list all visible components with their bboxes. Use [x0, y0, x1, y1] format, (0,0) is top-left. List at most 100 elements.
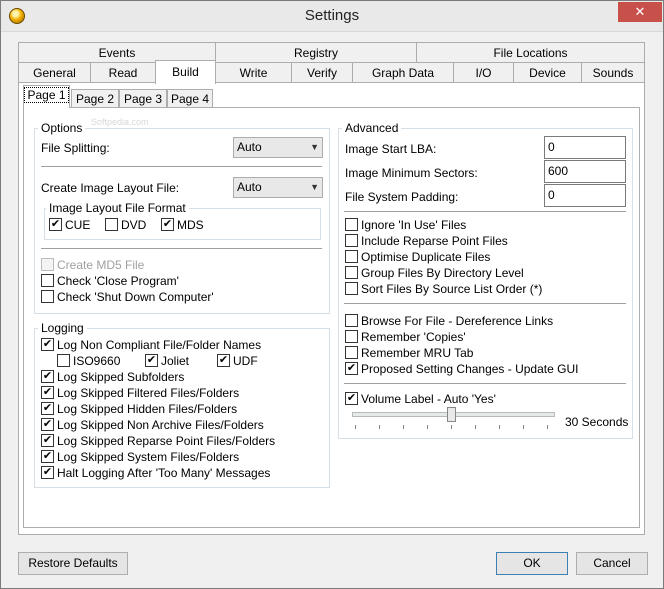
- check-close-program-checkbox[interactable]: [41, 274, 54, 287]
- joliet-label: Joliet: [161, 354, 190, 368]
- browse-dereference-checkbox[interactable]: [345, 314, 358, 327]
- log-non-compliant-checkbox[interactable]: ✔: [41, 338, 54, 351]
- check-shutdown-label: Check 'Shut Down Computer': [57, 290, 214, 304]
- slider-tick: [451, 425, 452, 429]
- log-skipped-non-archive-checkbox[interactable]: ✔: [41, 418, 54, 431]
- include-reparse-checkbox[interactable]: [345, 234, 358, 247]
- joliet-checkbox[interactable]: ✔: [145, 354, 158, 367]
- log-skipped-reparse-checkbox[interactable]: ✔: [41, 434, 54, 447]
- halt-logging-checkbox[interactable]: ✔: [41, 466, 54, 479]
- subtab-page-4[interactable]: Page 4: [167, 89, 213, 109]
- chevron-down-icon: ▼: [310, 142, 319, 152]
- cue-checkbox[interactable]: ✔: [49, 218, 62, 231]
- subtab-page-3[interactable]: Page 3: [119, 89, 167, 109]
- tab-read[interactable]: Read: [90, 62, 156, 83]
- tab-device[interactable]: Device: [513, 62, 582, 83]
- sort-by-source-checkbox[interactable]: [345, 282, 358, 295]
- slider-tick: [355, 425, 356, 429]
- remember-mru-label: Remember MRU Tab: [361, 346, 474, 360]
- slider-tick: [403, 425, 404, 429]
- tab-build[interactable]: Build: [155, 60, 216, 84]
- logging-group-label: Logging: [38, 321, 87, 335]
- settings-window: Settings ✕ Events Registry File Location…: [0, 0, 664, 589]
- group-by-directory-checkbox[interactable]: [345, 266, 358, 279]
- divider: [41, 248, 322, 249]
- log-skipped-system-label: Log Skipped System Files/Folders: [57, 450, 240, 464]
- create-layout-select[interactable]: Auto ▼: [233, 177, 323, 198]
- remember-copies-checkbox[interactable]: [345, 330, 358, 343]
- tab-write[interactable]: Write: [215, 62, 292, 83]
- log-skipped-subfolders-checkbox[interactable]: ✔: [41, 370, 54, 383]
- file-splitting-select[interactable]: Auto ▼: [233, 137, 323, 158]
- cancel-button[interactable]: Cancel: [576, 552, 648, 575]
- cue-label: CUE: [65, 218, 91, 232]
- tab-sounds[interactable]: Sounds: [581, 62, 645, 83]
- remember-copies-label: Remember 'Copies': [361, 330, 466, 344]
- slider-tick: [547, 425, 548, 429]
- padding-input[interactable]: 0: [544, 184, 626, 207]
- restore-defaults-button[interactable]: Restore Defaults: [18, 552, 128, 575]
- slider-tick: [475, 425, 476, 429]
- tab-io[interactable]: I/O: [453, 62, 514, 83]
- format-group-label: Image Layout File Format: [46, 201, 189, 215]
- volume-label-slider-thumb[interactable]: [447, 407, 456, 422]
- log-skipped-filtered-checkbox[interactable]: ✔: [41, 386, 54, 399]
- ignore-in-use-checkbox[interactable]: [345, 218, 358, 231]
- log-skipped-filtered-label: Log Skipped Filtered Files/Folders: [57, 386, 240, 400]
- group-by-directory-label: Group Files By Directory Level: [361, 266, 524, 280]
- close-button[interactable]: ✕: [618, 2, 662, 22]
- check-close-program-label: Check 'Close Program': [57, 274, 179, 288]
- proposed-changes-checkbox[interactable]: ✔: [345, 362, 358, 375]
- include-reparse-label: Include Reparse Point Files: [361, 234, 508, 248]
- iso9660-label: ISO9660: [73, 354, 121, 368]
- volume-label-checkbox[interactable]: ✔: [345, 392, 358, 405]
- volume-label-label: Volume Label - Auto 'Yes': [361, 392, 496, 406]
- log-skipped-system-checkbox[interactable]: ✔: [41, 450, 54, 463]
- create-md5-checkbox[interactable]: [41, 258, 54, 271]
- advanced-group-label: Advanced: [342, 121, 402, 135]
- file-splitting-value: Auto: [237, 140, 262, 154]
- options-group-label: Options: [38, 121, 86, 135]
- log-skipped-subfolders-label: Log Skipped Subfolders: [57, 370, 185, 384]
- log-skipped-reparse-label: Log Skipped Reparse Point Files/Folders: [57, 434, 276, 448]
- mds-checkbox[interactable]: ✔: [161, 218, 174, 231]
- padding-label: File System Padding:: [345, 190, 459, 204]
- log-non-compliant-label: Log Non Compliant File/Folder Names: [57, 338, 262, 352]
- ok-button[interactable]: OK: [496, 552, 568, 575]
- watermark: Softpedia.com: [91, 117, 149, 127]
- tab-registry[interactable]: Registry: [215, 42, 417, 63]
- log-skipped-hidden-label: Log Skipped Hidden Files/Folders: [57, 402, 238, 416]
- title-bar: Settings ✕: [1, 1, 663, 32]
- chevron-down-icon: ▼: [310, 182, 319, 192]
- create-layout-value: Auto: [237, 180, 262, 194]
- slider-tick: [427, 425, 428, 429]
- iso9660-checkbox[interactable]: [57, 354, 70, 367]
- file-splitting-label: File Splitting:: [41, 141, 110, 155]
- divider: [344, 211, 626, 212]
- subtab-page-1[interactable]: Page 1: [23, 85, 70, 108]
- ignore-in-use-label: Ignore 'In Use' Files: [361, 218, 467, 232]
- slider-value: 30 Seconds: [565, 415, 629, 429]
- start-lba-label: Image Start LBA:: [345, 142, 437, 156]
- subtab-page-2[interactable]: Page 2: [71, 89, 119, 109]
- remember-mru-checkbox[interactable]: [345, 346, 358, 359]
- udf-label: UDF: [233, 354, 258, 368]
- create-md5-label: Create MD5 File: [57, 258, 145, 272]
- mds-label: MDS: [177, 218, 204, 232]
- start-lba-input[interactable]: 0: [544, 136, 626, 159]
- check-shutdown-checkbox[interactable]: [41, 290, 54, 303]
- dvd-label: DVD: [121, 218, 147, 232]
- log-skipped-hidden-checkbox[interactable]: ✔: [41, 402, 54, 415]
- window-title: Settings: [304, 7, 360, 24]
- optimise-duplicate-checkbox[interactable]: [345, 250, 358, 263]
- min-sectors-input[interactable]: 600: [544, 160, 626, 183]
- divider: [41, 166, 322, 167]
- slider-tick: [379, 425, 380, 429]
- tab-general[interactable]: General: [18, 62, 91, 83]
- tab-file-locations[interactable]: File Locations: [416, 42, 645, 63]
- dvd-checkbox[interactable]: [105, 218, 118, 231]
- tab-verify[interactable]: Verify: [291, 62, 353, 83]
- tab-graph-data[interactable]: Graph Data: [352, 62, 454, 83]
- udf-checkbox[interactable]: ✔: [217, 354, 230, 367]
- browse-dereference-label: Browse For File - Dereference Links: [361, 314, 554, 328]
